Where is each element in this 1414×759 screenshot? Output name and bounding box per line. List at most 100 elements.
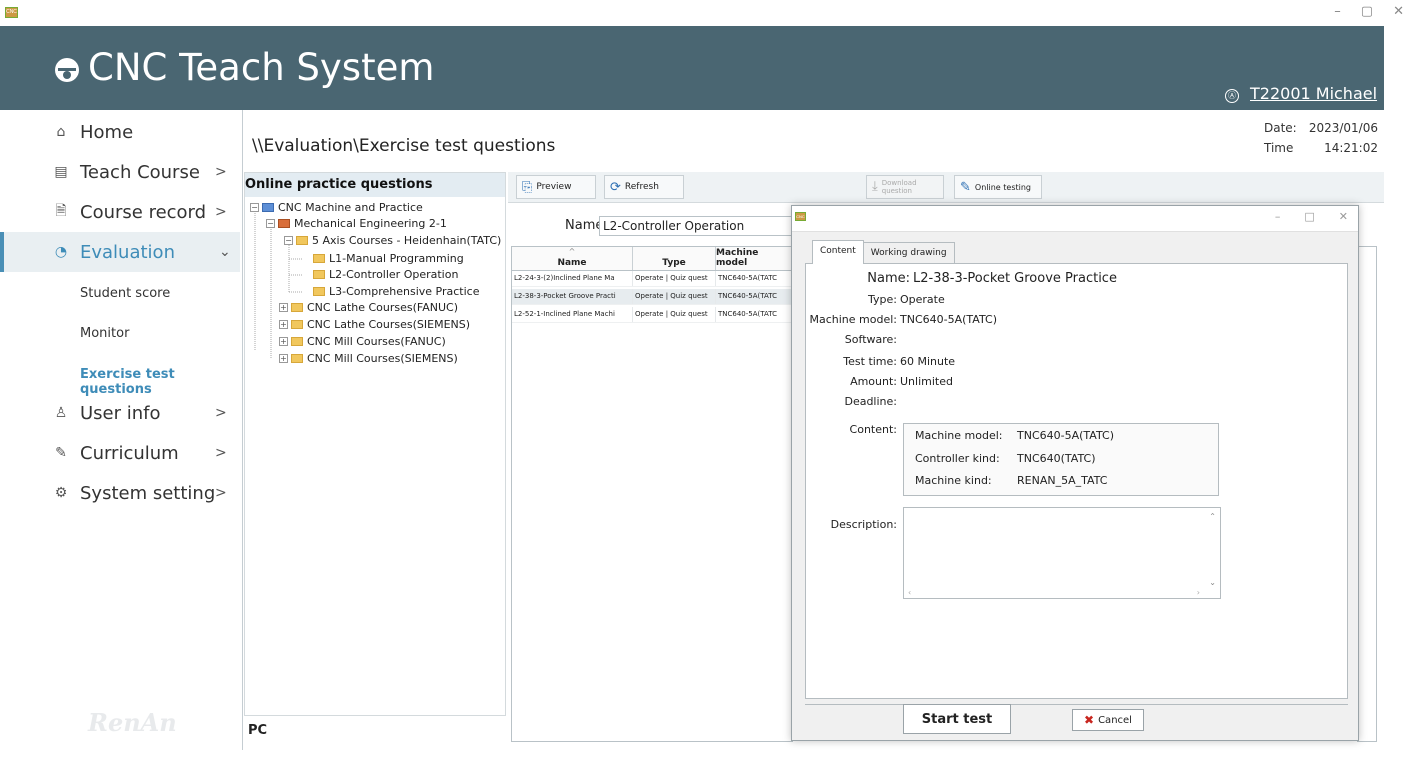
amount-field-value: Unlimited: [900, 375, 953, 388]
folder-icon: [313, 270, 325, 279]
sidebar-item-system-setting[interactable]: ⚙ System setting >: [0, 473, 240, 513]
refresh-icon: ⟳: [610, 179, 621, 195]
sidebar-item-label: Course record: [80, 201, 207, 223]
collapse-icon[interactable]: −: [266, 219, 275, 228]
sidebar-item-curriculum[interactable]: ✎ Curriculum >: [0, 433, 240, 473]
gear-icon: ⚙: [54, 485, 68, 501]
document-icon: 🗎: [55, 203, 67, 219]
scroll-left-icon[interactable]: ‹: [908, 588, 911, 597]
cb-machine-kind-label: Machine kind:: [915, 474, 992, 487]
column-header-type[interactable]: Type: [633, 247, 716, 270]
sidebar-item-user-info[interactable]: ♙ User info >: [0, 393, 240, 433]
cb-machine-model-value: TNC640-5A(TATC): [1017, 429, 1114, 442]
name-field-value: L2-38-3-Pocket Groove Practice: [913, 271, 1117, 286]
tree-node-course[interactable]: −5 Axis Courses - Heidenhain(TATC): [284, 234, 501, 247]
user-name-link[interactable]: T22001 Michael: [1250, 84, 1377, 103]
dialog-close-button[interactable]: ✕: [1339, 210, 1348, 223]
sidebar-item-label: Curriculum: [80, 442, 179, 464]
table-row[interactable]: L2-38-3-Pocket Groove Practi Operate | Q…: [512, 289, 792, 305]
cb-machine-model-label: Machine model:: [915, 429, 1003, 442]
dialog-tabs: Content Working drawing: [812, 240, 955, 264]
cb-controller-kind-value: TNC640(TATC): [1017, 452, 1096, 465]
machine-model-field-value: TNC640-5A(TATC): [900, 313, 997, 326]
sidebar-item-teach-course[interactable]: ▤ Teach Course >: [0, 152, 240, 192]
expand-icon[interactable]: +: [279, 354, 288, 363]
user-icon: Ⓐ: [1225, 89, 1239, 103]
sidebar-subitem-monitor[interactable]: Monitor: [80, 326, 129, 341]
expand-icon[interactable]: +: [279, 337, 288, 346]
tree-node-course[interactable]: + CNC Mill Courses(SIEMENS): [279, 352, 458, 365]
tree-node-lesson[interactable]: L1-Manual Programming: [313, 252, 464, 265]
app-header: CNC Teach System Ⓐ T22001 Michael: [0, 26, 1384, 110]
pie-chart-icon: ◔: [54, 244, 68, 260]
table-row[interactable]: L2-24-3-(2)Inclined Plane Ma Operate | Q…: [512, 271, 792, 287]
tree-node-root[interactable]: − CNC Machine and Practice: [250, 201, 423, 214]
expand-icon[interactable]: +: [279, 303, 288, 312]
table-row[interactable]: L2-52-1-Inclined Plane Machi Operate | Q…: [512, 307, 792, 323]
sidebar-item-evaluation[interactable]: ◔ Evaluation ⌄: [0, 232, 240, 272]
sidebar-item-home[interactable]: ⌂ Home: [0, 112, 240, 152]
tree-node-course[interactable]: + CNC Mill Courses(FANUC): [279, 335, 446, 348]
scroll-up-icon[interactable]: ⌃: [1209, 512, 1216, 521]
sidebar-item-label: User info: [80, 402, 161, 424]
refresh-button[interactable]: ⟳ Refresh: [604, 175, 684, 199]
expand-icon[interactable]: +: [279, 320, 288, 329]
cb-machine-kind-value: RENAN_5A_TATC: [1017, 474, 1108, 487]
description-textarea[interactable]: ⌃ ⌄ ‹ ›: [903, 507, 1221, 599]
dialog-minimize-button[interactable]: –: [1275, 210, 1281, 223]
tree-node-lesson[interactable]: L3-Comprehensive Practice: [313, 285, 479, 298]
dialog-maximize-button[interactable]: □: [1304, 210, 1314, 223]
collapse-icon[interactable]: −: [250, 203, 259, 212]
pen-icon: ✎: [960, 179, 971, 195]
cancel-button[interactable]: ✖ Cancel: [1072, 709, 1144, 731]
folder-icon: [291, 320, 303, 329]
app-icon: CNC: [5, 7, 18, 18]
test-time-field-label: Test time:: [843, 355, 897, 368]
collapse-icon[interactable]: −: [284, 236, 293, 245]
sidebar-item-label: Teach Course: [80, 161, 200, 183]
tab-working-drawing[interactable]: Working drawing: [862, 242, 955, 264]
online-testing-button[interactable]: ✎ Online testing: [954, 175, 1042, 199]
date-label: Date:: [1264, 121, 1297, 135]
tree-node-lesson[interactable]: L2-Controller Operation: [313, 268, 458, 281]
tree-node-course[interactable]: + CNC Lathe Courses(FANUC): [279, 301, 458, 314]
questions-table: ^ Name Type Machine model L2-24-3-(2)Inc…: [511, 246, 793, 742]
preview-icon: ⎘: [522, 179, 533, 195]
chevron-down-icon: ⌄: [219, 244, 231, 260]
column-header-machine-model[interactable]: Machine model: [716, 247, 792, 270]
folder-icon: [291, 337, 303, 346]
deadline-field-label: Deadline:: [844, 395, 897, 408]
type-field-value: Operate: [900, 293, 945, 306]
toolbar: ⎘ Preview ⟳ Refresh ⤓ Download question ✎ On…: [508, 172, 1384, 203]
column-header-name[interactable]: ^ Name: [512, 247, 633, 270]
preview-button[interactable]: ⎘ Preview: [516, 175, 596, 199]
scroll-right-icon[interactable]: ›: [1197, 588, 1200, 597]
content-details-box: Machine model: TNC640-5A(TATC) Controlle…: [903, 423, 1219, 496]
start-test-button[interactable]: Start test: [903, 704, 1011, 734]
sidebar-subitem-student-score[interactable]: Student score: [80, 286, 170, 301]
sidebar-item-label: Evaluation: [80, 241, 175, 263]
tree-header: Online practice questions: [245, 173, 505, 197]
download-question-button[interactable]: ⤓ Download question: [866, 175, 944, 199]
tree-node-course[interactable]: + CNC Lathe Courses(SIEMENS): [279, 318, 470, 331]
sidebar-item-course-record[interactable]: 🗎 Course record >: [0, 192, 240, 232]
chevron-right-icon: >: [215, 445, 227, 461]
minimize-button[interactable]: –: [1334, 4, 1341, 19]
scroll-down-icon[interactable]: ⌄: [1209, 578, 1216, 587]
tab-content[interactable]: Content: [812, 240, 864, 264]
app-title: CNC Teach System: [88, 46, 435, 89]
time-label: Time: [1264, 141, 1294, 155]
close-button[interactable]: ✕: [1393, 4, 1404, 19]
tree-node-class[interactable]: − Mechanical Engineering 2-1: [266, 217, 447, 230]
question-tree-panel: Online practice questions − CNC Machine a…: [244, 172, 506, 743]
database-icon: [262, 203, 274, 212]
type-field-label: Type:: [868, 293, 897, 306]
side-panel-edge: [1357, 246, 1377, 742]
group-icon: [278, 219, 290, 228]
description-field-label: Description:: [830, 518, 897, 531]
name-filter-input[interactable]: L2-Controller Operation: [599, 216, 794, 236]
folder-icon: [313, 254, 325, 263]
tree-footer-label: PC: [244, 715, 506, 743]
sidebar-item-label: System setting: [80, 482, 216, 504]
maximize-button[interactable]: ▢: [1361, 4, 1373, 19]
